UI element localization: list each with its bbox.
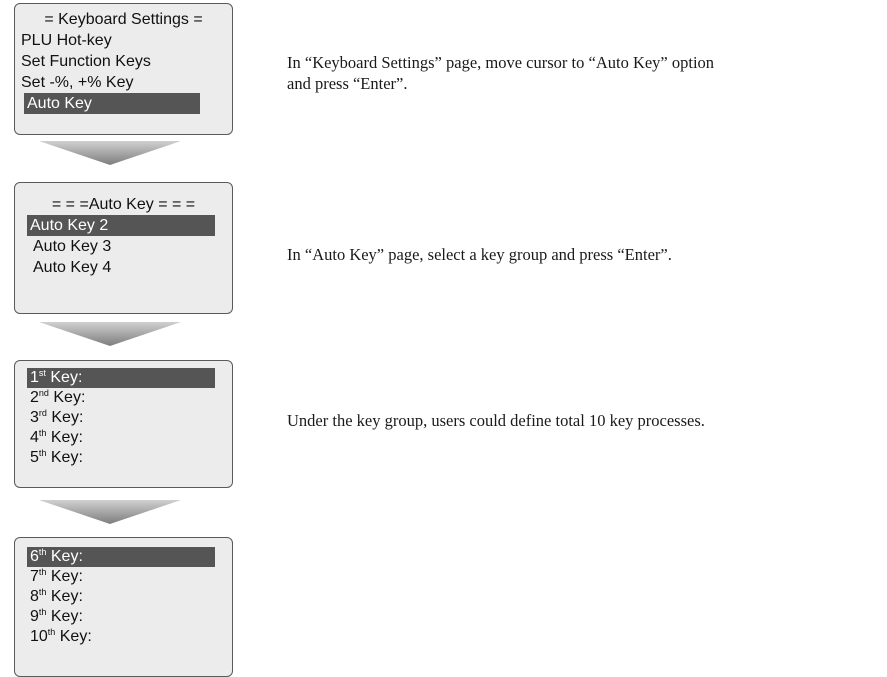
- menu-item-plu-hot-key[interactable]: PLU Hot-key: [15, 30, 232, 51]
- key-row-4[interactable]: 4th Key:: [15, 428, 232, 448]
- key-row-10[interactable]: 10th Key:: [15, 627, 232, 647]
- key-row-1[interactable]: 1st Key:: [27, 368, 215, 388]
- key-row-5[interactable]: 5th Key:: [15, 448, 232, 468]
- down-arrow-icon: [39, 500, 181, 524]
- down-arrow-icon: [39, 322, 181, 346]
- menu-item-auto-key-4[interactable]: Auto Key 4: [15, 257, 232, 278]
- step-description-2: In “Auto Key” page, select a key group a…: [287, 245, 672, 264]
- menu-item-set-function-keys[interactable]: Set Function Keys: [15, 51, 232, 72]
- key-list-screen-1: 1st Key: 2nd Key: 3rd Key: 4th Key: 5th …: [14, 360, 233, 488]
- menu-item-auto-key[interactable]: Auto Key: [24, 93, 200, 114]
- key-list-screen-2: 6th Key: 7th Key: 8th Key: 9th Key: 10th…: [14, 537, 233, 677]
- menu-item-auto-key-2[interactable]: Auto Key 2: [27, 215, 215, 236]
- screen-title: = Keyboard Settings =: [44, 11, 203, 28]
- screen-title: = = =Auto Key = = =: [51, 196, 196, 213]
- menu-item-auto-key-3[interactable]: Auto Key 3: [15, 236, 232, 257]
- step-description-1-line-1: In “Keyboard Settings” page, move cursor…: [287, 53, 715, 72]
- step-description-3: Under the key group, users could define …: [287, 411, 705, 430]
- key-row-8[interactable]: 8th Key:: [15, 587, 232, 607]
- auto-key-screen: = = =Auto Key = = = Auto Key 2 Auto Key …: [14, 182, 233, 314]
- step-description-1: In “Keyboard Settings” page, move cursor…: [287, 52, 714, 94]
- key-row-9[interactable]: 9th Key:: [15, 607, 232, 627]
- key-row-6[interactable]: 6th Key:: [27, 547, 215, 567]
- down-arrow-icon: [39, 141, 181, 165]
- key-row-2[interactable]: 2nd Key:: [15, 388, 232, 408]
- menu-item-set-percent-key[interactable]: Set -%, +% Key: [15, 72, 232, 93]
- key-row-3[interactable]: 3rd Key:: [15, 408, 232, 428]
- key-row-7[interactable]: 7th Key:: [15, 567, 232, 587]
- keyboard-settings-screen: = Keyboard Settings = PLU Hot-key Set Fu…: [14, 3, 233, 135]
- step-description-1-line-2: and press “Enter”.: [287, 74, 408, 93]
